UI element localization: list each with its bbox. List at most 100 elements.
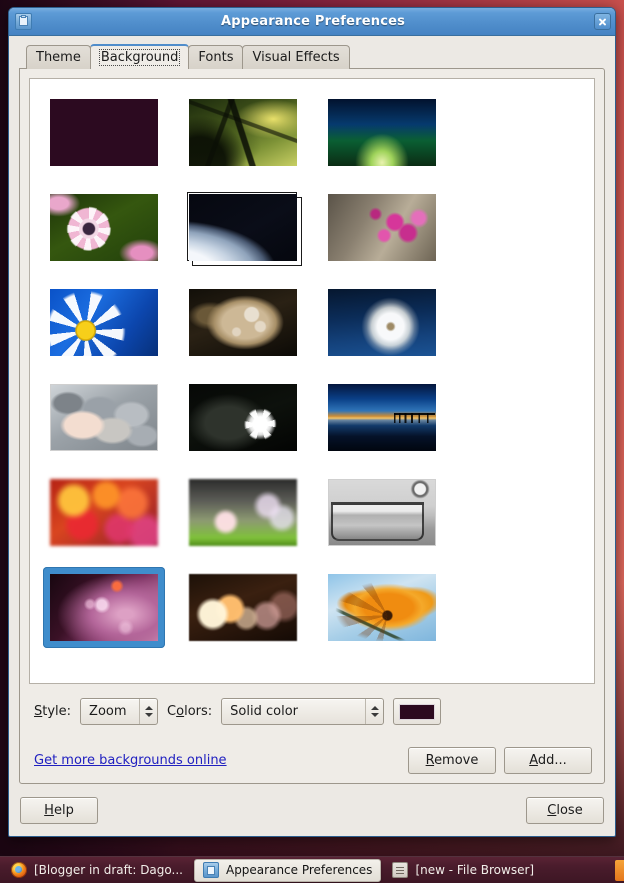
add-button[interactable]: Add... — [504, 747, 592, 774]
colors-label: Colors: — [167, 704, 213, 719]
wallpaper-cell — [173, 85, 312, 180]
wallpaper-cell — [173, 275, 312, 370]
style-dropdown[interactable]: Zoom — [80, 698, 159, 725]
close-button-label: lose — [556, 802, 583, 818]
wallpaper-cell — [312, 560, 451, 655]
close-icon[interactable] — [594, 13, 611, 30]
tab-background[interactable]: Background — [89, 44, 190, 69]
background-actions-row: Get more backgrounds online Remove Add..… — [29, 747, 595, 774]
chevron-updown-icon — [139, 699, 157, 724]
wallpaper-item-pier-at-dusk[interactable] — [321, 377, 443, 458]
wallpaper-cell — [173, 465, 312, 560]
wallpaper-cell-empty — [451, 465, 590, 560]
taskbar: [Blogger in draft: Dago... Appearance Pr… — [0, 856, 624, 883]
wallpaper-cell — [34, 180, 173, 275]
get-more-backgrounds-link[interactable]: Get more backgrounds online — [34, 753, 227, 768]
taskbar-item-appearance-preferences[interactable]: Appearance Preferences — [193, 858, 382, 882]
wallpaper-cell — [312, 275, 451, 370]
wallpaper-cell — [34, 275, 173, 370]
wallpaper-cell — [312, 180, 451, 275]
window-titlebar[interactable]: Appearance Preferences — [9, 8, 615, 36]
add-button-label: dd... — [537, 753, 567, 768]
wallpaper-item-earth-from-space-slideshow[interactable] — [182, 187, 304, 268]
file-browser-icon — [392, 862, 409, 878]
wallpaper-thumbnail-selected — [49, 574, 158, 641]
wallpaper-thumbnail — [49, 99, 158, 166]
firefox-icon — [11, 862, 27, 878]
remove-button[interactable]: Remove — [408, 747, 496, 774]
tab-visual-effects[interactable]: Visual Effects — [242, 45, 350, 69]
style-label-text: tyle: — [42, 704, 72, 719]
wallpaper-item-dry-leaf-dewdrops[interactable] — [182, 282, 304, 363]
wallpaper-thumbnail — [188, 384, 297, 451]
wallpaper-cell — [173, 180, 312, 275]
wallpaper-list-frame[interactable] — [29, 78, 595, 684]
wallpaper-cell — [312, 85, 451, 180]
help-button[interactable]: Help — [20, 796, 98, 824]
colors-dropdown[interactable]: Solid color — [221, 698, 385, 725]
tray-indicator[interactable] — [615, 860, 624, 881]
wallpaper-item-pink-white-daisy[interactable] — [43, 187, 165, 268]
colors-label-text: lors: — [184, 704, 213, 719]
wallpaper-thumbnail — [49, 479, 158, 546]
wallpaper-item-grey-pebbles[interactable] — [43, 377, 165, 458]
wallpaper-item-glass-of-water-monochrome[interactable] — [321, 472, 443, 553]
tab-fonts-label: Fonts — [198, 50, 234, 65]
dialog-action-area: Help Close — [9, 784, 615, 836]
wallpaper-thumbnail — [327, 99, 436, 166]
wallpaper-item-red-orange-bokeh[interactable] — [43, 472, 165, 553]
wallpaper-thumbnail — [327, 194, 436, 261]
wallpaper-item-ubuntu-warty-final-purple[interactable] — [42, 567, 165, 648]
wallpaper-item-green-road-night[interactable] — [321, 92, 443, 173]
style-label: Style: — [34, 704, 72, 719]
desktop: Appearance Preferences Theme Background … — [0, 0, 624, 883]
background-color-picker-button[interactable] — [393, 698, 442, 725]
tab-fonts[interactable]: Fonts — [188, 45, 244, 69]
wallpaper-thumbnail — [188, 289, 297, 356]
wallpaper-thumbnail — [188, 194, 297, 261]
wallpaper-item-white-daisy-blue-sky[interactable] — [43, 282, 165, 363]
wallpaper-cell-empty — [451, 560, 590, 655]
wallpaper-item-solid-color-dark-purple[interactable] — [43, 92, 165, 173]
wallpaper-thumbnail — [327, 574, 436, 641]
background-tab-page: Style: Zoom Colors: Solid color Get more… — [19, 68, 605, 784]
preferences-desktop-theme-icon — [15, 13, 32, 30]
taskbar-item-label: [Blogger in draft: Dago... — [34, 863, 183, 877]
tab-visual-effects-label: Visual Effects — [252, 50, 340, 65]
wallpaper-iconview — [30, 79, 594, 661]
wallpaper-thumbnail — [49, 194, 158, 261]
wallpaper-item-night-bokeh-lights[interactable] — [182, 567, 304, 648]
wallpaper-item-grass-bokeh[interactable] — [182, 472, 304, 553]
color-swatch — [399, 703, 436, 720]
wallpaper-item-white-flower-black-background[interactable] — [182, 377, 304, 458]
wallpaper-cell — [173, 560, 312, 655]
wallpaper-thumbnail — [188, 99, 297, 166]
wallpaper-cell — [312, 370, 451, 465]
wallpaper-item-orange-cosmos-flower[interactable] — [321, 567, 443, 648]
wallpaper-cell — [312, 465, 451, 560]
tab-background-label: Background — [98, 49, 181, 66]
wallpaper-thumbnail — [327, 384, 436, 451]
wallpaper-thumbnail — [49, 289, 158, 356]
wallpaper-thumbnail — [327, 479, 436, 546]
taskbar-item-blogger[interactable]: [Blogger in draft: Dago... — [3, 859, 191, 882]
wallpaper-item-tree-canopy-green[interactable] — [182, 92, 304, 173]
preferences-desktop-theme-icon — [202, 862, 219, 878]
wallpaper-item-pink-blossoms[interactable] — [321, 187, 443, 268]
taskbar-item-file-browser[interactable]: [new - File Browser] — [384, 859, 542, 882]
wallpaper-cell — [34, 370, 173, 465]
help-button-label: elp — [53, 802, 74, 818]
wallpaper-cell — [34, 465, 173, 560]
window-body: Theme Background Fonts Visual Effects St… — [9, 36, 615, 784]
wallpaper-item-dandelion-blue-sky[interactable] — [321, 282, 443, 363]
colors-dropdown-value: Solid color — [230, 704, 298, 719]
wallpaper-cell — [34, 85, 173, 180]
wallpaper-thumbnail — [188, 479, 297, 546]
wallpaper-cell-empty — [451, 275, 590, 370]
appearance-preferences-window: Appearance Preferences Theme Background … — [8, 7, 616, 837]
close-button[interactable]: Close — [526, 796, 604, 824]
tab-theme-label: Theme — [36, 50, 81, 65]
tab-theme[interactable]: Theme — [26, 45, 91, 69]
wallpaper-cell-empty — [451, 85, 590, 180]
window-title: Appearance Preferences — [220, 14, 406, 29]
